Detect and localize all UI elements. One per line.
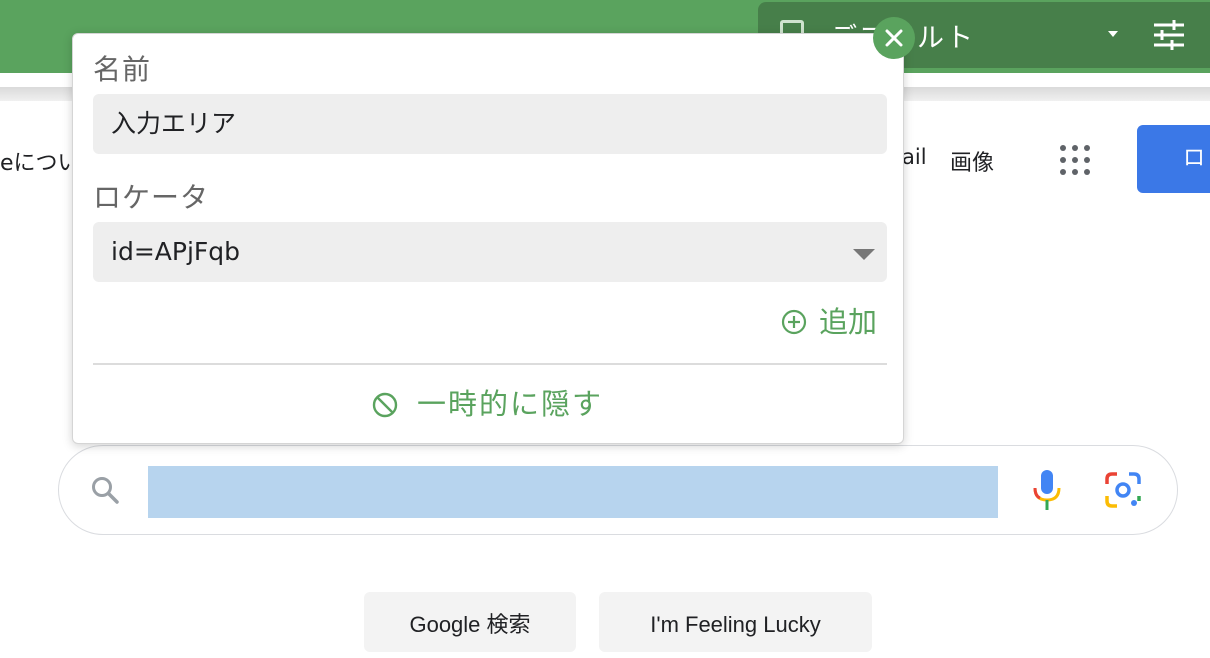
search-icon: [92, 477, 119, 504]
lens-icon[interactable]: [1103, 470, 1143, 510]
add-label: 追加: [819, 305, 878, 339]
caret-down-icon[interactable]: [1108, 31, 1118, 37]
about-link[interactable]: eについ: [0, 145, 80, 177]
locator-label: ロケータ: [93, 181, 210, 214]
apps-grid-icon[interactable]: [1058, 143, 1092, 177]
plus-circle-icon: [781, 309, 807, 335]
google-search-button[interactable]: Google 検索: [364, 592, 576, 652]
name-label: 名前: [93, 53, 152, 86]
sliders-icon[interactable]: [1152, 18, 1186, 52]
search-box[interactable]: [58, 445, 1178, 535]
feeling-lucky-button[interactable]: I'm Feeling Lucky: [599, 592, 872, 652]
divider: [93, 363, 887, 365]
login-button[interactable]: ロ: [1137, 125, 1210, 193]
hide-label: 一時的に隠す: [417, 387, 604, 421]
close-icon: [885, 29, 903, 47]
element-popup: 名前 入力エリア ロケータ id=APjFqb 追加 一時的に隠す: [72, 33, 904, 444]
hide-icon: [372, 392, 398, 418]
close-button[interactable]: [873, 17, 915, 59]
locator-select[interactable]: id=APjFqb: [93, 222, 887, 282]
images-link[interactable]: 画像: [950, 145, 994, 177]
search-input[interactable]: [148, 466, 998, 518]
gmail-link[interactable]: ail: [902, 145, 927, 169]
mic-icon[interactable]: [1031, 468, 1063, 512]
name-field[interactable]: 入力エリア: [93, 94, 887, 154]
chevron-down-icon: [853, 249, 875, 260]
locator-value: id=APjFqb: [111, 237, 241, 266]
